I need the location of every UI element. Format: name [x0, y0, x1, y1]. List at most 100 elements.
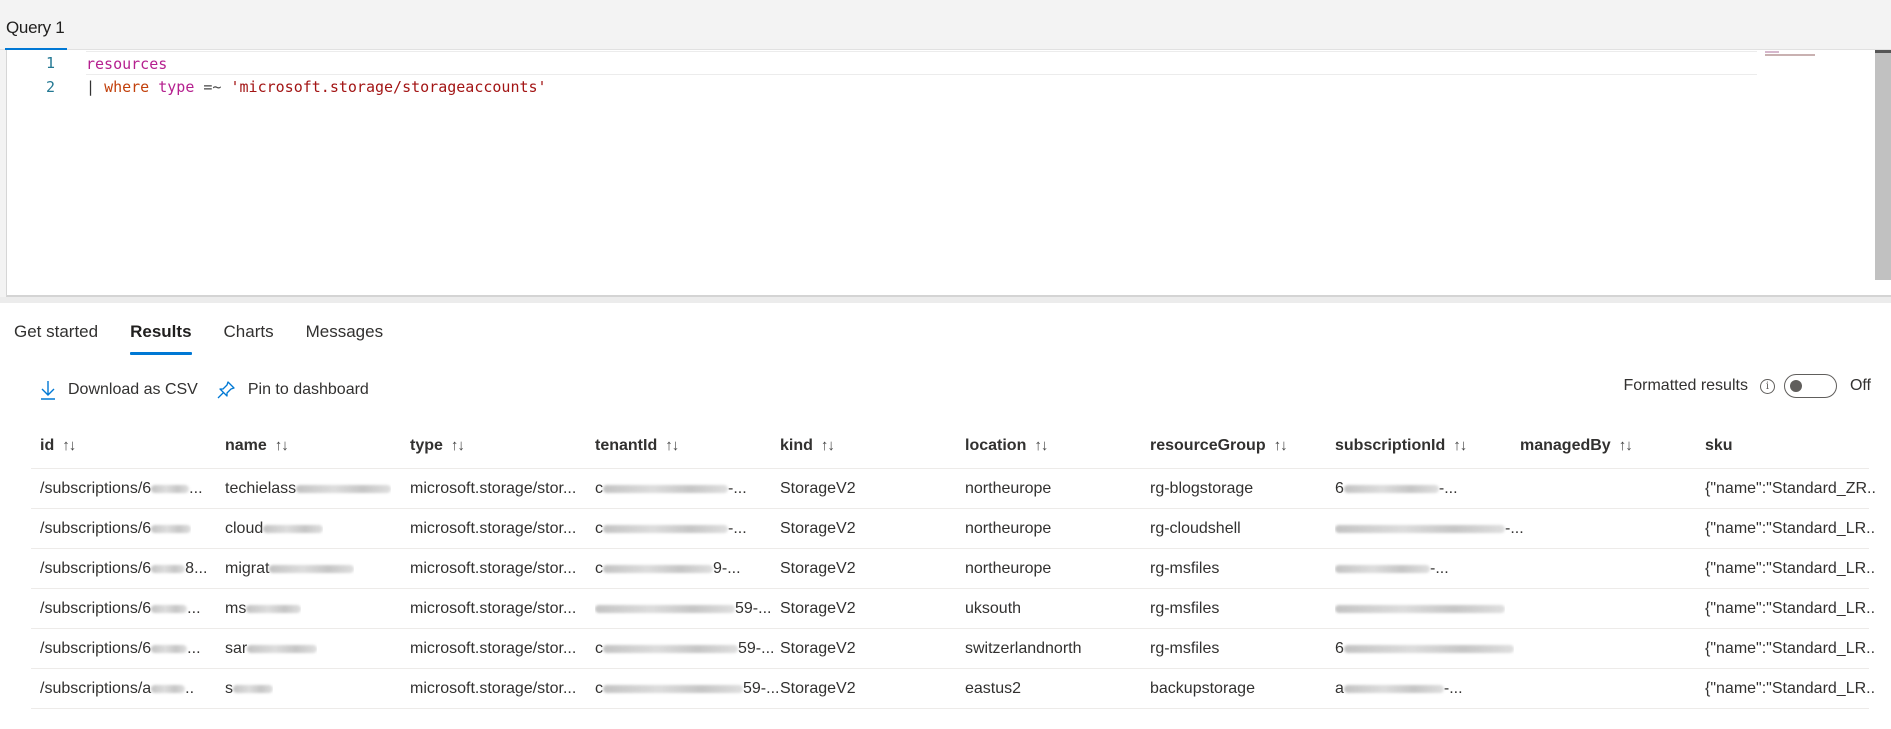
sort-icon[interactable]: ↑↓ — [1274, 437, 1287, 454]
cell-text: /subscriptions/6 — [40, 640, 152, 657]
tab-charts[interactable]: Charts — [224, 319, 274, 355]
table-row[interactable]: /subscriptions/6... ms microsoft.storage/s… — [31, 589, 1875, 629]
cell-suffix: 8... — [185, 560, 208, 577]
table-row[interactable]: /subscriptions/a.. s microsoft.storage/sto… — [31, 669, 1875, 709]
tab-results[interactable]: Results — [130, 319, 192, 355]
cell-sku: {"name":"Standard_LR.. — [1705, 589, 1875, 629]
cell-text: StorageV2 — [780, 480, 856, 497]
cell-type: microsoft.storage/stor... — [410, 589, 576, 629]
cell-subscriptionid: -... — [1335, 549, 1449, 589]
column-header-tenantid[interactable]: tenantId ↑↓ — [595, 426, 678, 469]
cell-text: StorageV2 — [780, 600, 856, 617]
table-row[interactable]: /subscriptions/6 cloud microsoft.storage/s… — [31, 509, 1875, 549]
cell-type: microsoft.storage/stor... — [410, 629, 576, 669]
cell-location: northeurope — [965, 549, 1051, 589]
query-editor[interactable]: 1 resources 2 | where type =~ 'microsoft… — [6, 50, 1891, 297]
pipe-token: | — [86, 78, 96, 96]
cell-id: /subscriptions/6... — [40, 469, 203, 509]
string-token: 'microsoft.storage/storageaccounts' — [230, 78, 547, 96]
cell-name: sar — [225, 629, 318, 669]
code-line[interactable]: resources — [86, 51, 1757, 75]
cell-type: microsoft.storage/stor... — [410, 669, 576, 709]
cell-suffix: 59-... — [743, 680, 780, 697]
redacted-value — [151, 644, 188, 653]
code-line[interactable]: | where type =~ 'microsoft.storage/stora… — [86, 75, 1757, 99]
sort-icon[interactable]: ↑↓ — [451, 437, 464, 454]
column-header-type[interactable]: type ↑↓ — [410, 426, 464, 469]
cell-tenantid: c -... — [595, 509, 747, 549]
column-header-kind[interactable]: kind ↑↓ — [780, 426, 834, 469]
cell-suffix: ... — [187, 600, 201, 617]
tab-messages[interactable]: Messages — [306, 319, 383, 355]
results-pane: Get started Results Charts Messages Down… — [0, 303, 1891, 729]
editor-minimap[interactable] — [1762, 50, 1822, 60]
cell-tenantid: c 59-... — [595, 669, 779, 709]
sort-icon[interactable]: ↑↓ — [821, 437, 834, 454]
sort-icon[interactable]: ↑↓ — [275, 437, 288, 454]
cell-text: microsoft.storage/stor... — [410, 480, 577, 497]
cell-text: microsoft.storage/stor... — [410, 560, 577, 577]
line-number: 1 — [45, 54, 55, 72]
cell-text: sar — [225, 640, 248, 657]
cell-location: eastus2 — [965, 669, 1021, 709]
cell-text: microsoft.storage/stor... — [410, 600, 577, 617]
pin-to-dashboard-button[interactable]: Pin to dashboard — [216, 380, 369, 400]
cell-suffix: -... — [1505, 520, 1524, 537]
sort-icon[interactable]: ↑↓ — [665, 437, 678, 454]
cell-subscriptionid: 6 -... — [1335, 469, 1458, 509]
cell-suffix: -... — [728, 480, 747, 497]
cell-kind: StorageV2 — [780, 549, 856, 589]
column-header-managedby[interactable]: managedBy ↑↓ — [1520, 426, 1632, 469]
cell-text: /subscriptions/6 — [40, 480, 152, 497]
table-row[interactable]: /subscriptions/6... sar microsoft.storage/… — [31, 629, 1875, 669]
cell-text: a — [1335, 680, 1344, 697]
column-header-resourcegroup[interactable]: resourceGroup ↑↓ — [1150, 426, 1287, 469]
cell-kind: StorageV2 — [780, 589, 856, 629]
column-header-sku[interactable]: sku — [1705, 426, 1733, 469]
sort-icon[interactable]: ↑↓ — [1619, 437, 1632, 454]
tab-get-started[interactable]: Get started — [14, 319, 98, 355]
cell-kind: StorageV2 — [780, 469, 856, 509]
column-header-location[interactable]: location ↑↓ — [965, 426, 1047, 469]
toggle-state-label: Off — [1849, 377, 1871, 394]
cell-sku: {"name":"Standard_LR.. — [1705, 629, 1875, 669]
cell-kind: StorageV2 — [780, 669, 856, 709]
cell-text: c — [595, 560, 603, 577]
info-icon[interactable]: i — [1759, 378, 1775, 394]
results-toolbar: Download as CSV Pin to dashboard — [40, 375, 387, 405]
sort-icon[interactable]: ↑↓ — [1453, 437, 1466, 454]
redacted-value — [246, 604, 302, 613]
cell-text: rg-msfiles — [1150, 640, 1220, 657]
table-row[interactable]: /subscriptions/6 8... migrat microsoft.stor… — [31, 549, 1875, 589]
cell-location: switzerlandnorth — [965, 629, 1082, 669]
column-header-id[interactable]: id ↑↓ — [40, 426, 75, 469]
cell-text: cloud — [225, 520, 264, 537]
sort-icon[interactable]: ↑↓ — [62, 437, 75, 454]
sort-icon[interactable]: ↑↓ — [1034, 437, 1047, 454]
table-row[interactable]: /subscriptions/6... techielass microsoft.s… — [31, 469, 1876, 509]
redacted-value — [603, 484, 728, 493]
formatted-results-toggle[interactable] — [1783, 374, 1837, 398]
column-header-subscriptionid[interactable]: subscriptionId ↑↓ — [1335, 426, 1466, 469]
results-tabs: Get started Results Charts Messages — [14, 319, 415, 359]
cell-tenantid: c 59-... — [595, 629, 774, 669]
cell-sku: {"name":"Standard_ZR.. — [1705, 469, 1876, 509]
tab-query-1[interactable]: Query 1 — [5, 18, 68, 50]
cell-resourcegroup: rg-msfiles — [1150, 629, 1219, 669]
redacted-value — [603, 684, 743, 693]
cell-suffix: -... — [1438, 480, 1458, 497]
query-tab-bar: Query 1 — [0, 0, 1891, 50]
editor-scrollbar[interactable] — [1875, 50, 1891, 280]
redacted-value — [269, 564, 355, 573]
cell-subscriptionid: 6 — [1335, 629, 1514, 669]
cell-text: /subscriptions/a — [40, 680, 152, 697]
cell-id: /subscriptions/6 — [40, 509, 192, 549]
cell-kind: StorageV2 — [780, 509, 856, 549]
download-csv-button[interactable]: Download as CSV — [40, 380, 198, 400]
redacted-value — [1335, 564, 1430, 573]
column-header-label: name — [225, 437, 267, 454]
column-header-label: subscriptionId — [1335, 437, 1446, 454]
column-header-name[interactable]: name ↑↓ — [225, 426, 288, 469]
cell-text: /subscriptions/6 — [40, 520, 152, 537]
cell-name: cloud — [225, 509, 324, 549]
